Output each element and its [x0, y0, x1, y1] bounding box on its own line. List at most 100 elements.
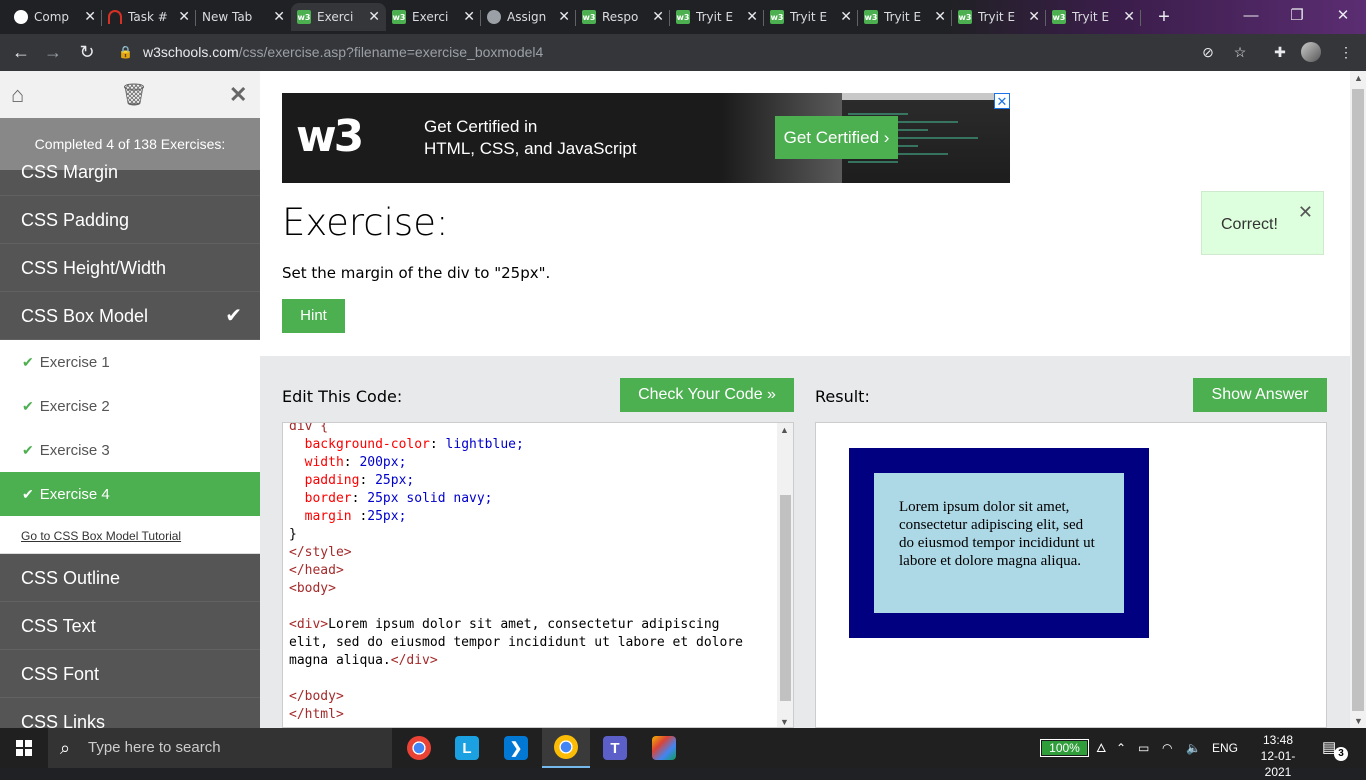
chrome-app[interactable] [395, 728, 443, 768]
tab-separator [1140, 10, 1141, 26]
sidebar-item-css-links[interactable]: CSS Links [0, 698, 260, 728]
chevron-up-icon[interactable]: ⌃ [1116, 728, 1126, 768]
reload-button[interactable]: ↻ [76, 42, 98, 64]
code-text[interactable]: div { background-color: lightblue; width… [289, 423, 743, 724]
browser-tab[interactable]: w3 Tryit E ✕ [1046, 3, 1141, 31]
exercise-item[interactable]: ✔ Exercise 4 [0, 472, 260, 516]
browser-tab[interactable]: w3 Tryit E ✕ [858, 3, 952, 31]
tab-close-icon[interactable]: ✕ [1028, 9, 1040, 25]
browser-tab[interactable]: Comp ✕ [8, 3, 102, 31]
ad-banner[interactable]: w3 Get Certified in HTML, CSS, and JavaS… [282, 93, 1010, 183]
chrome-active-app[interactable] [542, 728, 590, 768]
w3-icon: w3 [297, 10, 311, 24]
battery-icon[interactable]: ▭ [1138, 728, 1149, 768]
tab-close-icon[interactable]: ✕ [463, 9, 475, 25]
extensions-icon[interactable]: ✚ [1270, 42, 1290, 62]
profile-avatar[interactable] [1301, 42, 1321, 62]
power-icon[interactable]: 🜂 [1096, 728, 1107, 768]
browser-tab[interactable]: Task # ✕ [102, 3, 196, 31]
sidebar-list: CSS Margin CSS Padding CSS Height/Width CS… [0, 162, 260, 728]
code-line: magna aliqua.</div> [289, 653, 438, 668]
code-line: </style> [289, 545, 352, 560]
sidebar-item-css-height-width[interactable]: CSS Height/Width [0, 244, 260, 292]
volume-icon[interactable]: 🔈 [1186, 728, 1201, 768]
scroll-down-icon[interactable]: ▼ [780, 717, 789, 727]
sidebar-item-css-margin[interactable]: CSS Margin [0, 162, 260, 196]
browser-tab[interactable]: w3 Tryit E ✕ [764, 3, 858, 31]
browser-tab[interactable]: New Tab ✕ [196, 3, 291, 31]
home-icon[interactable]: ⌂ [11, 82, 24, 108]
eye-off-icon[interactable]: ⊘ [1198, 42, 1218, 62]
sidebar-item-css-text[interactable]: CSS Text [0, 602, 260, 650]
trash-icon[interactable]: 🗑 [120, 82, 148, 108]
check-code-button[interactable]: Check Your Code » [620, 378, 794, 412]
ad-close-icon[interactable]: ✕ [994, 93, 1010, 109]
tab-close-icon[interactable]: ✕ [273, 9, 285, 25]
scroll-up-icon[interactable]: ▲ [780, 425, 789, 435]
wifi-icon[interactable]: ◠ [1162, 728, 1172, 768]
tab-close-icon[interactable]: ✕ [1123, 9, 1135, 25]
start-button[interactable] [0, 728, 48, 768]
close-window-button[interactable]: ✕ [1320, 0, 1366, 34]
editor-scroll-thumb[interactable] [780, 495, 791, 701]
close-icon[interactable]: ✕ [1298, 202, 1313, 223]
tab-close-icon[interactable]: ✕ [652, 9, 664, 25]
editor-scrollbar[interactable]: ▲ ▼ [777, 423, 793, 727]
forward-button[interactable]: → [42, 42, 64, 64]
browser-tab[interactable]: w3 Exerci ✕ [386, 3, 481, 31]
page-scroll-thumb[interactable] [1352, 89, 1364, 711]
code-editor[interactable]: div { background-color: lightblue; width… [282, 422, 794, 728]
close-icon[interactable]: ✕ [229, 82, 247, 108]
tutorial-link[interactable]: Go to CSS Box Model Tutorial [0, 516, 260, 554]
vscode-app[interactable]: ❯ [492, 728, 540, 768]
bookmark-star-icon[interactable]: ☆ [1230, 42, 1250, 62]
exercise-label: Exercise 2 [39, 398, 110, 415]
teams-app[interactable]: T [591, 728, 639, 768]
browser-tab[interactable]: w3 Tryit E ✕ [952, 3, 1046, 31]
l-app[interactable]: L [443, 728, 491, 768]
tab-close-icon[interactable]: ✕ [178, 9, 190, 25]
battery-indicator[interactable]: 100% [1040, 739, 1089, 757]
tab-close-icon[interactable]: ✕ [558, 9, 570, 25]
scroll-down-icon[interactable]: ▼ [1354, 716, 1363, 726]
tab-close-icon[interactable]: ✕ [368, 9, 380, 25]
browser-tab[interactable]: Assign ✕ [481, 3, 576, 31]
sidebar-item-css-box-model[interactable]: CSS Box Model ✔ [0, 292, 260, 340]
browser-tab[interactable]: w3 Tryit E ✕ [670, 3, 764, 31]
hint-button[interactable]: Hint [282, 299, 345, 333]
taskbar-search[interactable]: ⌕ Type here to search [48, 728, 392, 768]
sidebar-item-css-padding[interactable]: CSS Padding [0, 196, 260, 244]
show-answer-button[interactable]: Show Answer [1193, 378, 1327, 412]
sidebar-item-css-outline[interactable]: CSS Outline [0, 554, 260, 602]
browser-tab[interactable]: w3 Respo ✕ [576, 3, 670, 31]
system-clock[interactable]: 13:48 12-01-2021 [1250, 732, 1306, 780]
menu-kebab-icon[interactable]: ⋮ [1336, 42, 1356, 62]
restore-button[interactable]: ❐ [1274, 0, 1320, 34]
clock-time: 13:48 [1262, 733, 1294, 747]
web-page: ⌂ 🗑 ✕ Completed 4 of 138 Exercises: CSS … [0, 71, 1366, 728]
correct-text: Correct! [1221, 216, 1278, 233]
new-tab-button[interactable]: + [1153, 6, 1175, 28]
minimize-button[interactable]: — [1228, 0, 1274, 34]
page-scrollbar[interactable]: ▲ ▼ [1350, 71, 1366, 728]
sidebar-item-css-font[interactable]: CSS Font [0, 650, 260, 698]
exercise-item[interactable]: ✔ Exercise 3 [0, 428, 260, 472]
paint-app[interactable] [640, 728, 688, 768]
back-button[interactable]: ← [10, 42, 32, 64]
browser-tab[interactable]: w3 Exerci ✕ [291, 3, 386, 31]
tab-close-icon[interactable]: ✕ [840, 9, 852, 25]
sidebar-item-label: CSS Box Model [21, 306, 149, 326]
exercise-item[interactable]: ✔ Exercise 2 [0, 384, 260, 428]
exercise-item[interactable]: ✔ Exercise 1 [0, 340, 260, 384]
tab-close-icon[interactable]: ✕ [934, 9, 946, 25]
tab-close-icon[interactable]: ✕ [746, 9, 758, 25]
code-line: border: 25px solid navy; [304, 491, 493, 506]
language-indicator[interactable]: ENG [1212, 728, 1238, 768]
code-line: </html> [289, 707, 344, 722]
scroll-up-icon[interactable]: ▲ [1354, 73, 1363, 83]
url-bar[interactable]: 🔒 w3schools.com/css/exercise.asp?filenam… [108, 38, 1218, 66]
notification-center[interactable]: ▤ 3 [1322, 738, 1348, 761]
get-certified-button[interactable]: Get Certified › [775, 116, 898, 159]
tab-close-icon[interactable]: ✕ [84, 9, 96, 25]
